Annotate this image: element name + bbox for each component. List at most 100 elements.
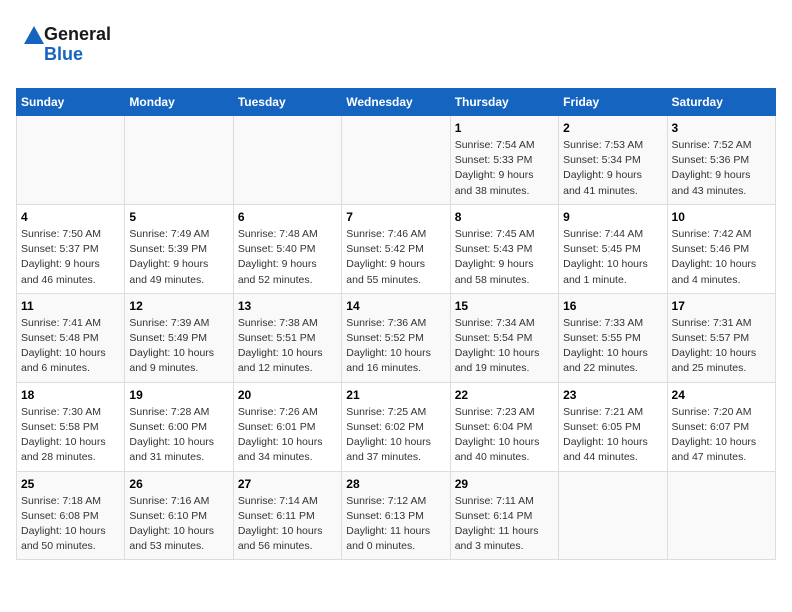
day-info: Sunrise: 7:41 AMSunset: 5:48 PMDaylight:…	[21, 316, 120, 377]
day-info: Sunrise: 7:21 AMSunset: 6:05 PMDaylight:…	[563, 405, 662, 466]
day-info: Sunrise: 7:12 AMSunset: 6:13 PMDaylight:…	[346, 494, 445, 555]
day-number: 15	[455, 299, 554, 313]
day-number: 24	[672, 388, 771, 402]
day-info: Sunrise: 7:34 AMSunset: 5:54 PMDaylight:…	[455, 316, 554, 377]
calendar-cell: 21 Sunrise: 7:25 AMSunset: 6:02 PMDayligh…	[342, 382, 450, 471]
header: General Blue	[16, 16, 776, 76]
calendar-cell: 29Sunrise: 7:11 AMSunset: 6:14 PMDayligh…	[450, 471, 558, 560]
day-number: 7	[346, 210, 445, 224]
day-number: 26	[129, 477, 228, 491]
calendar-cell	[667, 471, 775, 560]
day-info: Sunrise: 7:14 AMSunset: 6:11 PMDaylight:…	[238, 494, 337, 555]
day-number: 4	[21, 210, 120, 224]
day-info: Sunrise: 7:36 AMSunset: 5:52 PMDaylight:…	[346, 316, 445, 377]
column-header-friday: Friday	[559, 89, 667, 116]
calendar-cell	[342, 116, 450, 205]
column-header-thursday: Thursday	[450, 89, 558, 116]
svg-text:General: General	[44, 24, 111, 44]
week-row-5: 25Sunrise: 7:18 AMSunset: 6:08 PMDayligh…	[17, 471, 776, 560]
calendar-cell: 12 Sunrise: 7:39 AMSunset: 5:49 PMDayligh…	[125, 293, 233, 382]
day-info: Sunrise: 7:30 AMSunset: 5:58 PMDaylight:…	[21, 405, 120, 466]
calendar-cell: 13Sunrise: 7:38 AMSunset: 5:51 PMDayligh…	[233, 293, 341, 382]
calendar-cell: 1Sunrise: 7:54 AMSunset: 5:33 PMDaylight…	[450, 116, 558, 205]
day-number: 10	[672, 210, 771, 224]
calendar-cell: 22 Sunrise: 7:23 AMSunset: 6:04 PMDayligh…	[450, 382, 558, 471]
day-info: Sunrise: 7:44 AMSunset: 5:45 PMDaylight:…	[563, 227, 662, 288]
day-info: Sunrise: 7:26 AMSunset: 6:01 PMDaylight:…	[238, 405, 337, 466]
calendar-cell: 6 Sunrise: 7:48 AMSunset: 5:40 PMDaylight…	[233, 204, 341, 293]
calendar-cell: 4 Sunrise: 7:50 AMSunset: 5:37 PMDaylight…	[17, 204, 125, 293]
calendar-cell	[125, 116, 233, 205]
day-number: 11	[21, 299, 120, 313]
day-info: Sunrise: 7:33 AMSunset: 5:55 PMDaylight:…	[563, 316, 662, 377]
calendar-cell	[233, 116, 341, 205]
calendar-cell	[17, 116, 125, 205]
calendar-cell: 27 Sunrise: 7:14 AMSunset: 6:11 PMDayligh…	[233, 471, 341, 560]
week-row-3: 11 Sunrise: 7:41 AMSunset: 5:48 PMDayligh…	[17, 293, 776, 382]
column-header-wednesday: Wednesday	[342, 89, 450, 116]
day-info: Sunrise: 7:28 AMSunset: 6:00 PMDaylight:…	[129, 405, 228, 466]
day-number: 22	[455, 388, 554, 402]
calendar-cell: 7 Sunrise: 7:46 AMSunset: 5:42 PMDaylight…	[342, 204, 450, 293]
day-info: Sunrise: 7:25 AMSunset: 6:02 PMDaylight:…	[346, 405, 445, 466]
logo-container: General Blue	[16, 16, 126, 76]
calendar-cell: 24 Sunrise: 7:20 AMSunset: 6:07 PMDayligh…	[667, 382, 775, 471]
day-number: 17	[672, 299, 771, 313]
calendar-cell: 28 Sunrise: 7:12 AMSunset: 6:13 PMDayligh…	[342, 471, 450, 560]
day-number: 28	[346, 477, 445, 491]
day-number: 27	[238, 477, 337, 491]
day-info: Sunrise: 7:38 AMSunset: 5:51 PMDaylight:…	[238, 316, 337, 377]
svg-text:Blue: Blue	[44, 44, 83, 64]
calendar-cell: 20Sunrise: 7:26 AMSunset: 6:01 PMDayligh…	[233, 382, 341, 471]
calendar-cell: 16 Sunrise: 7:33 AMSunset: 5:55 PMDayligh…	[559, 293, 667, 382]
day-info: Sunrise: 7:48 AMSunset: 5:40 PMDaylight:…	[238, 227, 337, 288]
calendar-cell: 26 Sunrise: 7:16 AMSunset: 6:10 PMDayligh…	[125, 471, 233, 560]
day-number: 18	[21, 388, 120, 402]
day-info: Sunrise: 7:54 AMSunset: 5:33 PMDaylight:…	[455, 138, 554, 199]
column-header-sunday: Sunday	[17, 89, 125, 116]
calendar-cell: 11 Sunrise: 7:41 AMSunset: 5:48 PMDayligh…	[17, 293, 125, 382]
calendar-cell: 2 Sunrise: 7:53 AMSunset: 5:34 PMDaylight…	[559, 116, 667, 205]
day-info: Sunrise: 7:53 AMSunset: 5:34 PMDaylight:…	[563, 138, 662, 199]
day-number: 23	[563, 388, 662, 402]
day-info: Sunrise: 7:31 AMSunset: 5:57 PMDaylight:…	[672, 316, 771, 377]
calendar-cell: 8 Sunrise: 7:45 AMSunset: 5:43 PMDaylight…	[450, 204, 558, 293]
calendar-cell	[559, 471, 667, 560]
calendar-cell: 25Sunrise: 7:18 AMSunset: 6:08 PMDayligh…	[17, 471, 125, 560]
calendar-table: SundayMondayTuesdayWednesdayThursdayFrid…	[16, 88, 776, 560]
calendar-cell: 17 Sunrise: 7:31 AMSunset: 5:57 PMDayligh…	[667, 293, 775, 382]
day-info: Sunrise: 7:20 AMSunset: 6:07 PMDaylight:…	[672, 405, 771, 466]
day-info: Sunrise: 7:49 AMSunset: 5:39 PMDaylight:…	[129, 227, 228, 288]
day-info: Sunrise: 7:52 AMSunset: 5:36 PMDaylight:…	[672, 138, 771, 199]
day-number: 21	[346, 388, 445, 402]
day-info: Sunrise: 7:46 AMSunset: 5:42 PMDaylight:…	[346, 227, 445, 288]
week-row-4: 18 Sunrise: 7:30 AMSunset: 5:58 PMDayligh…	[17, 382, 776, 471]
day-number: 2	[563, 121, 662, 135]
calendar-cell: 3 Sunrise: 7:52 AMSunset: 5:36 PMDaylight…	[667, 116, 775, 205]
calendar-header-row: SundayMondayTuesdayWednesdayThursdayFrid…	[17, 89, 776, 116]
calendar-cell: 23 Sunrise: 7:21 AMSunset: 6:05 PMDayligh…	[559, 382, 667, 471]
day-info: Sunrise: 7:39 AMSunset: 5:49 PMDaylight:…	[129, 316, 228, 377]
column-header-tuesday: Tuesday	[233, 89, 341, 116]
day-info: Sunrise: 7:50 AMSunset: 5:37 PMDaylight:…	[21, 227, 120, 288]
day-number: 19	[129, 388, 228, 402]
logo: General Blue	[16, 16, 126, 76]
day-info: Sunrise: 7:16 AMSunset: 6:10 PMDaylight:…	[129, 494, 228, 555]
calendar-cell: 15 Sunrise: 7:34 AMSunset: 5:54 PMDayligh…	[450, 293, 558, 382]
day-number: 8	[455, 210, 554, 224]
calendar-cell: 9 Sunrise: 7:44 AMSunset: 5:45 PMDaylight…	[559, 204, 667, 293]
day-number: 9	[563, 210, 662, 224]
week-row-2: 4 Sunrise: 7:50 AMSunset: 5:37 PMDaylight…	[17, 204, 776, 293]
day-info: Sunrise: 7:42 AMSunset: 5:46 PMDaylight:…	[672, 227, 771, 288]
day-number: 3	[672, 121, 771, 135]
day-number: 6	[238, 210, 337, 224]
column-header-monday: Monday	[125, 89, 233, 116]
day-number: 25	[21, 477, 120, 491]
day-number: 12	[129, 299, 228, 313]
day-number: 14	[346, 299, 445, 313]
day-info: Sunrise: 7:45 AMSunset: 5:43 PMDaylight:…	[455, 227, 554, 288]
day-number: 16	[563, 299, 662, 313]
calendar-cell: 18 Sunrise: 7:30 AMSunset: 5:58 PMDayligh…	[17, 382, 125, 471]
calendar-cell: 19 Sunrise: 7:28 AMSunset: 6:00 PMDayligh…	[125, 382, 233, 471]
day-info: Sunrise: 7:23 AMSunset: 6:04 PMDaylight:…	[455, 405, 554, 466]
